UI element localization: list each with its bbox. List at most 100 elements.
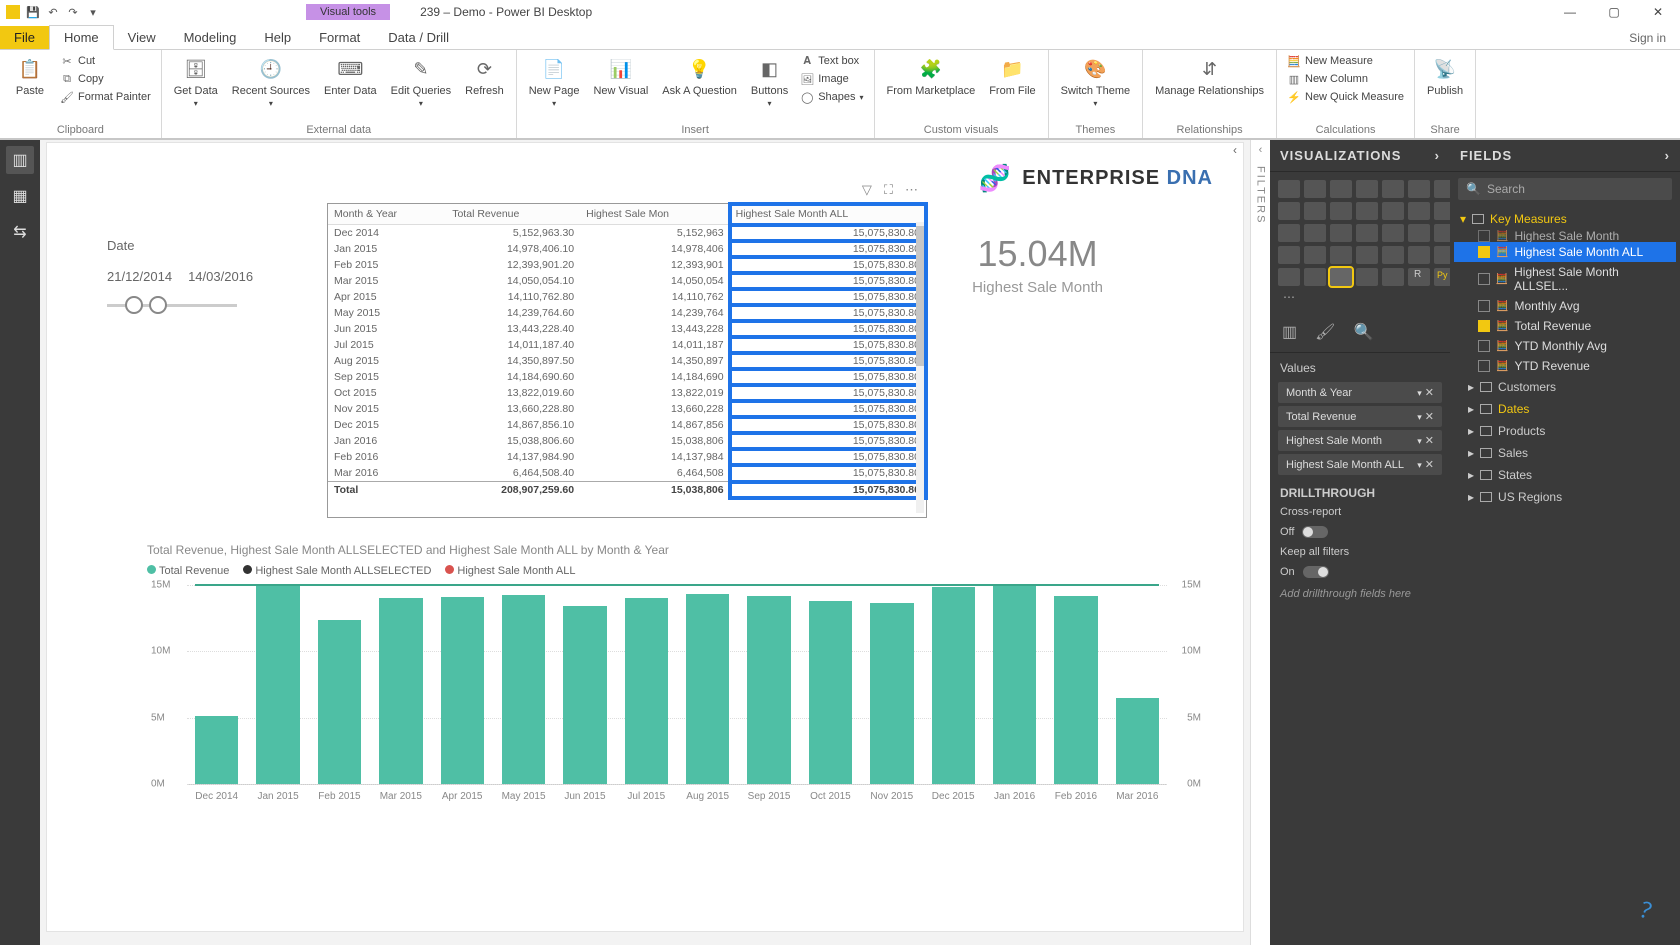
visual-type-tile[interactable] — [1330, 268, 1352, 286]
tab-view[interactable]: View — [114, 26, 170, 49]
filter-icon[interactable]: ▽ — [862, 182, 872, 198]
remove-field-icon[interactable]: ✕ — [1425, 411, 1434, 423]
table-row[interactable]: Mar 20166,464,508.406,464,50815,075,830.… — [328, 465, 926, 482]
remove-field-icon[interactable]: ✕ — [1425, 459, 1434, 471]
chart-bar[interactable]: Sep 2015 — [747, 596, 790, 784]
from-marketplace-button[interactable]: 🧩From Marketplace — [883, 53, 980, 99]
visual-type-tile[interactable] — [1408, 268, 1430, 286]
cut-button[interactable]: ✂Cut — [58, 53, 153, 69]
field-item[interactable]: 🧮Total Revenue — [1454, 316, 1676, 336]
slicer-from[interactable]: 21/12/2014 — [107, 269, 172, 284]
visual-type-tile[interactable] — [1356, 268, 1378, 286]
shapes-button[interactable]: ◯Shapes▾ — [798, 89, 865, 105]
copy-button[interactable]: ⧉Copy — [58, 71, 153, 87]
visual-type-tile[interactable] — [1356, 224, 1378, 242]
chart-bar[interactable]: Dec 2014 — [195, 716, 238, 784]
tab-data-drill[interactable]: Data / Drill — [374, 26, 463, 49]
table-row[interactable]: Sep 201514,184,690.6014,184,69015,075,83… — [328, 369, 926, 385]
visual-type-tile[interactable] — [1356, 180, 1378, 198]
table-node[interactable]: ▸Products — [1454, 420, 1676, 442]
report-canvas[interactable]: ‹ 🧬 ENTERPRISE DNA 15.04M Highest Sale M… — [46, 142, 1244, 932]
visual-type-tile[interactable] — [1330, 224, 1352, 242]
chart-bar[interactable]: Oct 2015 — [809, 601, 852, 784]
table-header[interactable]: Highest Sale Mon — [580, 204, 729, 225]
data-view-button[interactable]: ▦ — [6, 182, 34, 210]
card-visual[interactable]: 15.04M Highest Sale Month — [972, 233, 1103, 296]
visual-type-tile[interactable] — [1408, 246, 1430, 264]
table-row[interactable]: Jun 201513,443,228.4013,443,22815,075,83… — [328, 321, 926, 337]
field-item[interactable]: 🧮Highest Sale Month ALL — [1454, 242, 1676, 262]
table-visual[interactable]: ▽ ⛶ ⋯ Month & YearTotal RevenueHighest S… — [327, 203, 927, 518]
chart-bar[interactable]: Feb 2015 — [318, 620, 361, 784]
format-painter-button[interactable]: 🖌Format Painter — [58, 89, 153, 105]
table-node[interactable]: ▸Sales — [1454, 442, 1676, 464]
field-checkbox[interactable] — [1478, 320, 1490, 332]
table-node[interactable]: ▸Dates — [1454, 398, 1676, 420]
field-checkbox[interactable] — [1478, 340, 1490, 352]
visual-type-tile[interactable] — [1330, 180, 1352, 198]
visual-type-tile[interactable] — [1330, 202, 1352, 220]
table-row[interactable]: Apr 201514,110,762.8014,110,76215,075,83… — [328, 289, 926, 305]
tab-file[interactable]: File — [0, 26, 49, 49]
table-header[interactable]: Total Revenue — [446, 204, 580, 225]
refresh-button[interactable]: ⟳Refresh — [461, 53, 508, 99]
combo-chart-visual[interactable]: Total Revenue, Highest Sale Month ALLSEL… — [147, 543, 1207, 823]
chart-bar[interactable]: Jan 2015 — [256, 585, 299, 784]
slicer-to[interactable]: 14/03/2016 — [188, 269, 253, 284]
focus-mode-icon[interactable]: ⛶ — [884, 182, 893, 198]
slicer-slider[interactable] — [107, 290, 237, 320]
table-row[interactable]: Oct 201513,822,019.6013,822,01915,075,83… — [328, 385, 926, 401]
new-page-button[interactable]: 📄New Page▾ — [525, 53, 584, 110]
buttons-button[interactable]: ◧Buttons▾ — [747, 53, 792, 110]
table-node[interactable]: ▸Customers — [1454, 376, 1676, 398]
field-checkbox[interactable] — [1478, 360, 1490, 372]
table-row[interactable]: Mar 201514,050,054.1014,050,05415,075,83… — [328, 273, 926, 289]
enter-data-button[interactable]: ⌨Enter Data — [320, 53, 381, 99]
switch-theme-button[interactable]: 🎨Switch Theme▾ — [1057, 53, 1135, 110]
visual-type-tile[interactable] — [1304, 268, 1326, 286]
visual-type-tile[interactable] — [1382, 268, 1404, 286]
redo-icon[interactable]: ↷ — [66, 5, 80, 19]
get-data-button[interactable]: 🗄Get Data▾ — [170, 53, 222, 110]
field-checkbox[interactable] — [1478, 300, 1490, 312]
field-well[interactable]: Total Revenue▾ ✕ — [1278, 406, 1442, 427]
maximize-button[interactable]: ▢ — [1592, 0, 1636, 24]
recent-sources-button[interactable]: 🕘Recent Sources▾ — [228, 53, 314, 110]
publish-button[interactable]: 📡Publish — [1423, 53, 1467, 99]
visual-type-tile[interactable] — [1356, 246, 1378, 264]
table-row[interactable]: Nov 201513,660,228.8013,660,22815,075,83… — [328, 401, 926, 417]
field-item[interactable]: 🧮Highest Sale Month — [1454, 230, 1676, 242]
table-row[interactable]: Dec 20145,152,963.305,152,96315,075,830.… — [328, 225, 926, 242]
visual-type-tile[interactable] — [1382, 180, 1404, 198]
table-node-key-measures[interactable]: ▾Key Measures — [1454, 208, 1676, 230]
table-header[interactable]: Month & Year — [328, 204, 446, 225]
table-node[interactable]: ▸US Regions — [1454, 486, 1676, 508]
visual-type-tile[interactable] — [1278, 202, 1300, 220]
visual-type-tile[interactable] — [1304, 246, 1326, 264]
visual-type-tile[interactable] — [1278, 224, 1300, 242]
format-tab-icon[interactable]: 🖌 — [1315, 322, 1335, 342]
slider-handle-right[interactable] — [149, 296, 167, 314]
table-node[interactable]: ▸States — [1454, 464, 1676, 486]
sign-in-link[interactable]: Sign in — [1615, 27, 1680, 49]
remove-field-icon[interactable]: ✕ — [1425, 435, 1434, 447]
table-row[interactable]: May 201514,239,764.6014,239,76415,075,83… — [328, 305, 926, 321]
visual-type-tile[interactable] — [1330, 246, 1352, 264]
textbox-button[interactable]: 𝐀Text box — [798, 53, 865, 69]
fields-tab-icon[interactable]: ▥ — [1282, 322, 1297, 342]
undo-icon[interactable]: ↶ — [46, 5, 60, 19]
visual-type-tile[interactable] — [1408, 224, 1430, 242]
visual-type-tile[interactable] — [1278, 246, 1300, 264]
ask-question-button[interactable]: 💡Ask A Question — [658, 53, 741, 99]
visual-type-tile[interactable] — [1408, 180, 1430, 198]
date-slicer[interactable]: Date 21/12/2014 14/03/2016 — [107, 238, 253, 320]
table-scrollbar[interactable] — [916, 222, 924, 513]
save-icon[interactable]: 💾 — [26, 5, 40, 19]
field-checkbox[interactable] — [1478, 230, 1490, 242]
edit-queries-button[interactable]: ✎Edit Queries▾ — [387, 53, 456, 110]
table-row[interactable]: Feb 201512,393,901.2012,393,90115,075,83… — [328, 257, 926, 273]
visual-type-tile[interactable] — [1382, 224, 1404, 242]
chart-bar[interactable]: Mar 2016 — [1116, 698, 1159, 784]
field-item[interactable]: 🧮Monthly Avg — [1454, 296, 1676, 316]
field-item[interactable]: 🧮YTD Revenue — [1454, 356, 1676, 376]
